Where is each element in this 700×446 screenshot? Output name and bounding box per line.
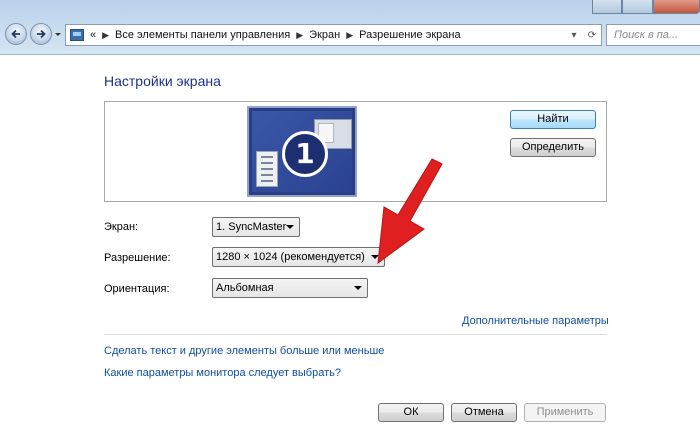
ok-button[interactable]: ОК	[378, 403, 444, 422]
monitor-preview[interactable]: 1	[247, 106, 357, 197]
forward-arrow-icon	[37, 29, 46, 39]
breadcrumb-separator-icon: ▶	[102, 29, 110, 40]
resolution-select[interactable]: 1280 × 1024 (рекомендуется)	[212, 247, 385, 267]
screen-select-value: 1. SyncMaster	[216, 221, 287, 233]
window-titlebar: « ▶ Все элементы панели управления ▶ Экр…	[0, 0, 700, 55]
refresh-icon[interactable]: ⟳	[583, 30, 601, 41]
find-button[interactable]: Найти	[510, 110, 596, 129]
breadcrumb-item-all-control-panel[interactable]: Все элементы панели управления	[115, 29, 290, 41]
address-dropdown-icon[interactable]: ▾	[565, 30, 583, 41]
breadcrumb-overflow[interactable]: «	[90, 29, 96, 41]
close-button[interactable]	[652, 0, 700, 14]
maximize-button[interactable]	[622, 0, 653, 14]
resolution-select-value: 1280 × 1024 (рекомендуется)	[216, 251, 365, 263]
back-button[interactable]	[5, 23, 27, 45]
search-input[interactable]: Поиск в па...	[606, 24, 700, 46]
resolution-label: Разрешение:	[104, 252, 171, 264]
control-panel-icon	[70, 29, 84, 41]
screen-select[interactable]: 1. SyncMaster	[212, 217, 300, 237]
display-number-badge: 1	[282, 131, 328, 177]
breadcrumb-item-screen[interactable]: Экран	[309, 29, 340, 41]
address-tools: ▾ ⟳	[565, 25, 601, 45]
back-arrow-icon	[11, 29, 20, 39]
display-preview-area: 1 Найти Определить	[104, 101, 607, 202]
document-thumbnail-icon	[256, 151, 278, 187]
monitor-settings-help-link[interactable]: Какие параметры монитора следует выбрать…	[104, 367, 341, 379]
window-controls	[592, 0, 700, 14]
orientation-label: Ориентация:	[104, 283, 170, 295]
breadcrumb-separator-icon: ▶	[346, 29, 354, 40]
forward-button[interactable]	[30, 23, 52, 45]
address-bar[interactable]: « ▶ Все элементы панели управления ▶ Экр…	[65, 24, 602, 46]
breadcrumb-item-resolution[interactable]: Разрешение экрана	[359, 29, 460, 41]
orientation-select[interactable]: Альбомная	[212, 278, 368, 298]
identify-button[interactable]: Определить	[510, 138, 596, 157]
divider	[104, 334, 607, 335]
dropdown-icon	[286, 225, 294, 229]
dropdown-icon	[354, 286, 362, 290]
breadcrumb-separator-icon: ▶	[296, 29, 304, 40]
monitor-screen: 1	[252, 111, 352, 192]
cancel-button[interactable]: Отмена	[451, 403, 517, 422]
orientation-select-value: Альбомная	[216, 282, 274, 294]
apply-button[interactable]: Применить	[524, 403, 606, 422]
recent-pages-dropdown-icon[interactable]	[54, 29, 62, 39]
text-size-link[interactable]: Сделать текст и другие элементы больше и…	[104, 345, 384, 357]
screen-label: Экран:	[104, 221, 139, 233]
page-title: Настройки экрана	[104, 73, 221, 89]
advanced-settings-link[interactable]: Дополнительные параметры	[462, 315, 609, 327]
annotation-arrow-icon	[377, 158, 443, 265]
minimize-button[interactable]	[592, 0, 623, 14]
